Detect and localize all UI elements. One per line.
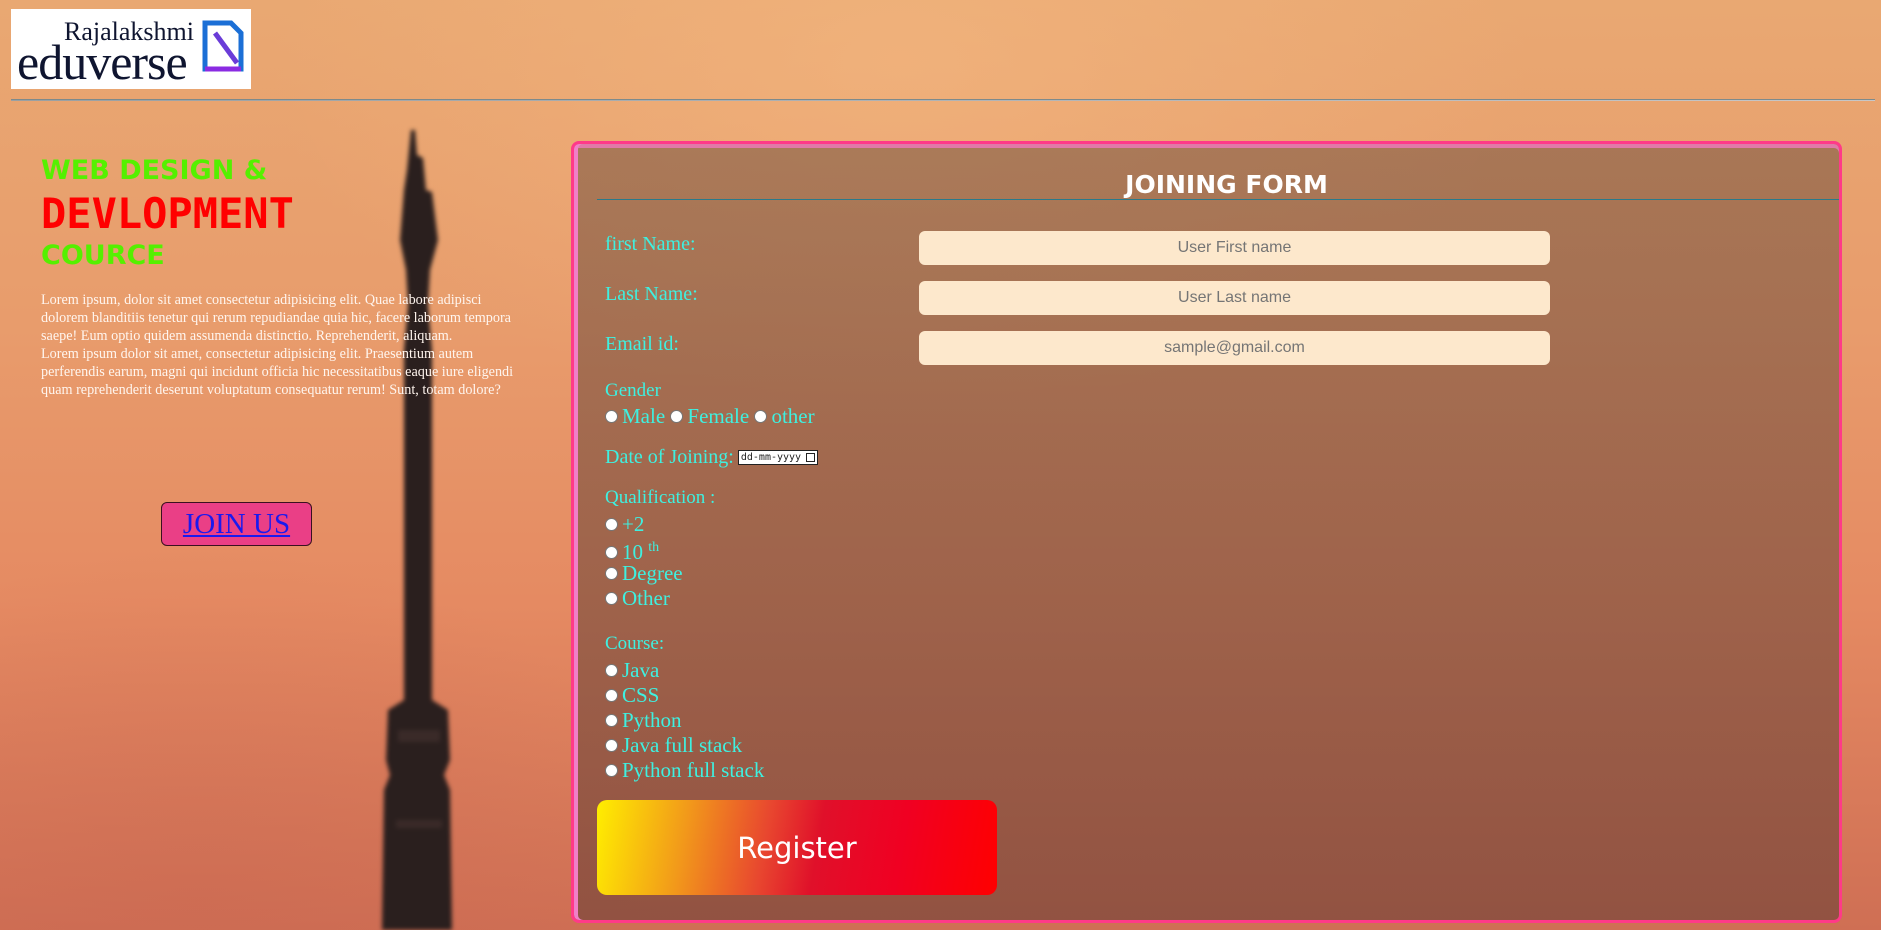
email-input[interactable] — [919, 331, 1550, 365]
doj-row: Date of Joining: dd-mm-yyyy — [605, 446, 818, 469]
hero-title-line3: COURCE — [41, 240, 165, 271]
qualification-item: Other — [605, 586, 683, 611]
course-label: Course: — [605, 633, 665, 654]
logo[interactable]: Rajalakshmi eduverse — [11, 9, 251, 90]
qualification-radio-plus2[interactable] — [605, 517, 618, 531]
hero-title-line2: DEVLOPMENT — [41, 189, 294, 238]
course-item: Java full stack — [605, 733, 764, 758]
course-option-css: CSS — [622, 683, 660, 707]
course-option-python: Python — [622, 708, 682, 732]
header-divider — [11, 99, 1875, 101]
first-name-label: first Name: — [605, 233, 696, 255]
gender-radio-female[interactable] — [670, 409, 684, 423]
hero-paragraph-1: Lorem ipsum, dolor sit amet consectetur … — [41, 292, 511, 344]
joining-form: JOINING FORM first Name: Last Name: Emai… — [571, 141, 1842, 923]
course-item: CSS — [605, 683, 764, 708]
qualification-option-10-sup: th — [648, 540, 660, 555]
qualification-option-degree: Degree — [622, 561, 683, 585]
course-option-java-full-stack: Java full stack — [622, 733, 743, 757]
last-name-label: Last Name: — [605, 283, 698, 305]
qualification-item: +2 — [605, 512, 683, 537]
qualification-radio-degree[interactable] — [605, 566, 618, 580]
form-title: JOINING FORM — [1125, 170, 1328, 199]
qualification-option-other: Other — [622, 586, 670, 610]
course-item: Python full stack — [605, 758, 764, 783]
email-label: Email id: — [605, 333, 679, 355]
qualification-radio-other[interactable] — [605, 591, 618, 605]
qualification-group: +2 10 th Degree Other — [605, 512, 683, 611]
logo-mark-icon — [202, 20, 244, 72]
course-option-python-full-stack: Python full stack — [622, 758, 765, 782]
doj-label: Date of Joining: — [605, 446, 734, 468]
course-radio-python[interactable] — [605, 713, 618, 727]
join-us-button[interactable]: JOIN US — [161, 502, 312, 546]
hero-description: Lorem ipsum, dolor sit amet consectetur … — [41, 291, 529, 399]
course-option-java: Java — [622, 658, 660, 682]
gender-radio-male[interactable] — [605, 409, 618, 423]
gender-option-male: Male — [622, 404, 666, 428]
first-name-input[interactable] — [919, 231, 1550, 265]
course-radio-python-full-stack[interactable] — [605, 763, 618, 777]
course-radio-java[interactable] — [605, 663, 618, 677]
doj-placeholder: dd-mm-yyyy — [740, 451, 802, 463]
gender-option-female: Female — [687, 404, 750, 428]
qualification-option-plus2: +2 — [622, 512, 645, 536]
course-group: Java CSS Python Java full stack Python f… — [605, 658, 764, 783]
hero-title-line1: WEB DESIGN & — [41, 155, 268, 186]
gender-radio-other[interactable] — [754, 409, 768, 423]
gender-group: Male Female other — [605, 404, 815, 429]
calendar-icon[interactable] — [805, 452, 815, 462]
course-radio-java-full-stack[interactable] — [605, 738, 618, 752]
hero-section: WEB DESIGN & DEVLOPMENT COURCE Lorem ips… — [41, 155, 521, 399]
hero-paragraph-2: Lorem ipsum dolor sit amet, consectetur … — [41, 346, 514, 398]
course-radio-css[interactable] — [605, 688, 618, 702]
register-button[interactable]: Register — [597, 800, 997, 895]
qualification-item: Degree — [605, 561, 683, 586]
logo-text-big: eduverse — [17, 34, 188, 90]
form-title-divider — [597, 199, 1839, 200]
last-name-input[interactable] — [919, 281, 1550, 315]
qualification-label: Qualification : — [605, 487, 716, 508]
course-item: Java — [605, 658, 764, 683]
gender-label: Gender — [605, 380, 661, 401]
gender-option-other: other — [771, 404, 815, 428]
doj-date-input[interactable]: dd-mm-yyyy — [737, 449, 818, 465]
qualification-radio-10th[interactable] — [605, 545, 618, 559]
course-item: Python — [605, 708, 764, 733]
